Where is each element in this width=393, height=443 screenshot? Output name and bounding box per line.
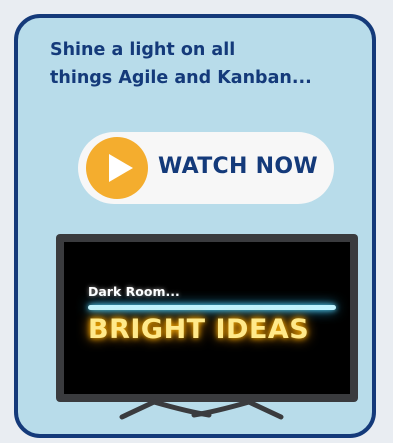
promo-headline: Shine a light on all things Agile and Ka… — [50, 36, 350, 92]
promo-card: Shine a light on all things Agile and Ka… — [14, 14, 376, 438]
headline-line-1: Shine a light on all — [50, 40, 236, 60]
headline-line-2: things Agile and Kanban... — [50, 68, 312, 88]
tv-screen: Dark Room... BRIGHT IDEAS — [64, 242, 350, 394]
tv-title: BRIGHT IDEAS — [88, 314, 310, 345]
watch-now-label: WATCH NOW — [158, 154, 318, 179]
play-triangle — [109, 154, 133, 182]
tv-illustration: Dark Room... BRIGHT IDEAS — [56, 234, 358, 402]
neon-bar — [88, 305, 336, 310]
watch-now-button[interactable]: WATCH NOW — [78, 132, 334, 204]
tv-subtitle: Dark Room... — [88, 284, 180, 299]
play-icon[interactable] — [86, 137, 148, 199]
